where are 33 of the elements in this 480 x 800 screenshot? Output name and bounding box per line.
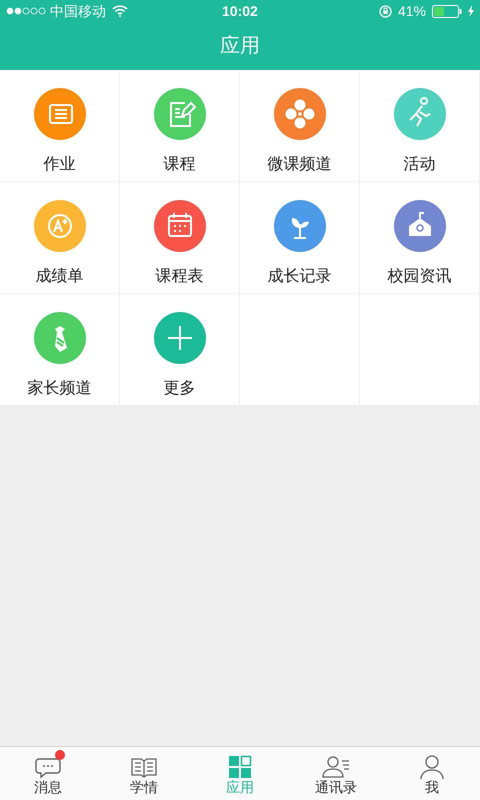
app-label: 微课频道 <box>268 155 332 175</box>
rotation-lock-icon <box>378 4 392 18</box>
app-tile[interactable]: 微课频道 <box>240 70 360 182</box>
tab[interactable]: 通讯录 <box>288 747 384 800</box>
app-label: 更多 <box>164 379 196 399</box>
app-tile[interactable]: 课程表 <box>120 182 240 294</box>
app-tile[interactable]: 更多 <box>120 294 240 406</box>
app-label: 家长频道 <box>28 378 92 399</box>
wifi-icon <box>112 5 128 17</box>
app-tile[interactable]: 校园资讯 <box>360 182 480 294</box>
app-label: 课程 <box>164 155 196 175</box>
app-label: 课程表 <box>156 266 204 287</box>
tab[interactable]: 消息 <box>0 747 96 800</box>
battery-percentage: 41% <box>398 2 426 20</box>
carrier-name: 中国移动 <box>50 2 106 20</box>
app-label: 成长记录 <box>268 266 332 287</box>
app-tile[interactable]: 活动 <box>360 70 480 182</box>
signal-icon <box>6 7 48 15</box>
tab[interactable]: 学情 <box>96 747 192 800</box>
app-tile[interactable]: 家长频道 <box>0 294 120 406</box>
tab[interactable]: 我 <box>384 747 480 800</box>
app-label: 成绩单 <box>36 266 84 287</box>
app-tile[interactable]: 课程 <box>120 70 240 182</box>
battery-icon <box>432 4 462 18</box>
app-label: 作业 <box>44 154 76 175</box>
charging-icon <box>468 5 474 17</box>
clock-time: 10:02 <box>222 2 258 20</box>
app-label: 校园资讯 <box>388 267 452 287</box>
page-title: 应用 <box>220 34 260 59</box>
app-tile[interactable]: 成长记录 <box>240 182 360 294</box>
app-tile[interactable]: 作业 <box>0 70 120 182</box>
app-label: 活动 <box>404 155 436 175</box>
app-tile[interactable]: 成绩单 <box>0 182 120 294</box>
